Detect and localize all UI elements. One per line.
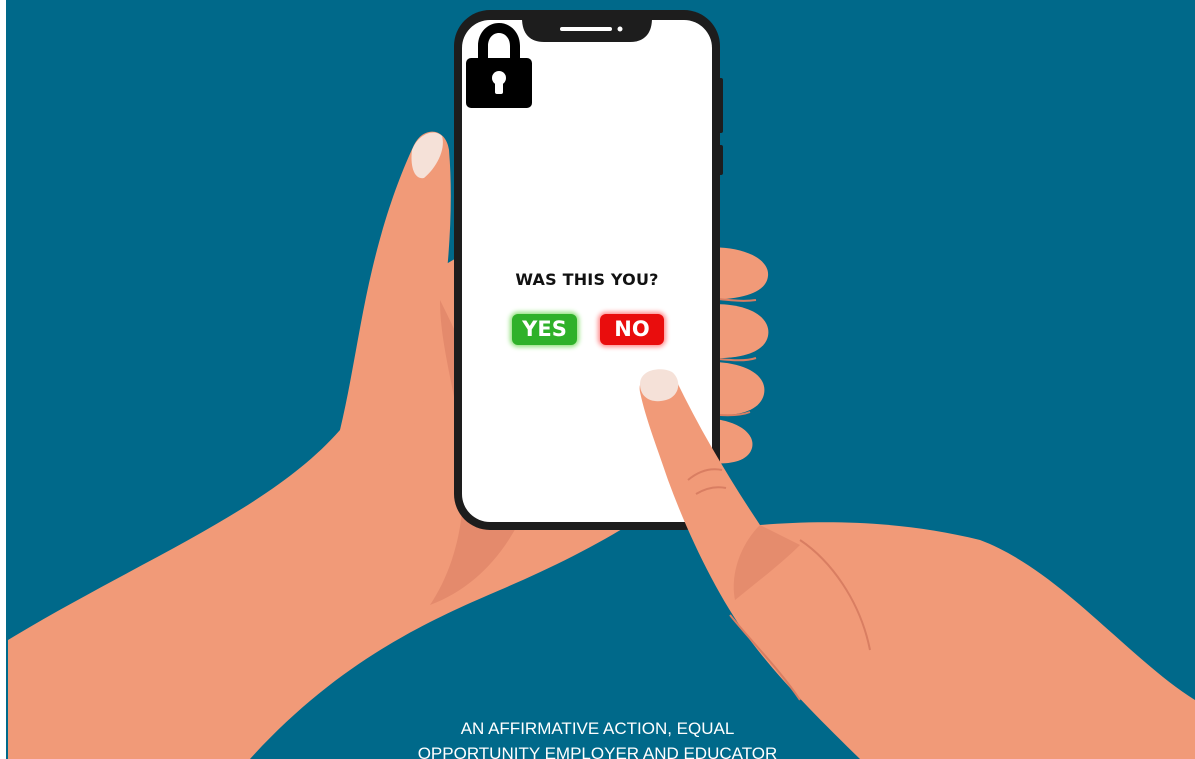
footer-line-1: AN AFFIRMATIVE ACTION, EQUAL <box>460 719 735 738</box>
padlock-icon <box>466 23 532 108</box>
footer-line-2: OPPORTUNITY EMPLOYER AND EDUCATOR <box>417 744 778 759</box>
illustration-scene: WAS THIS YOU? YES NO AN AFFIRMATIVE ACTI… <box>0 0 1195 759</box>
phone-screen-content: WAS THIS YOU? YES NO <box>462 20 712 522</box>
verification-question: WAS THIS YOU? <box>515 270 659 289</box>
footer-statement: AN AFFIRMATIVE ACTION, EQUAL OPPORTUNITY… <box>0 716 1195 759</box>
no-button[interactable]: NO <box>600 314 664 345</box>
yes-button[interactable]: YES <box>512 314 577 345</box>
